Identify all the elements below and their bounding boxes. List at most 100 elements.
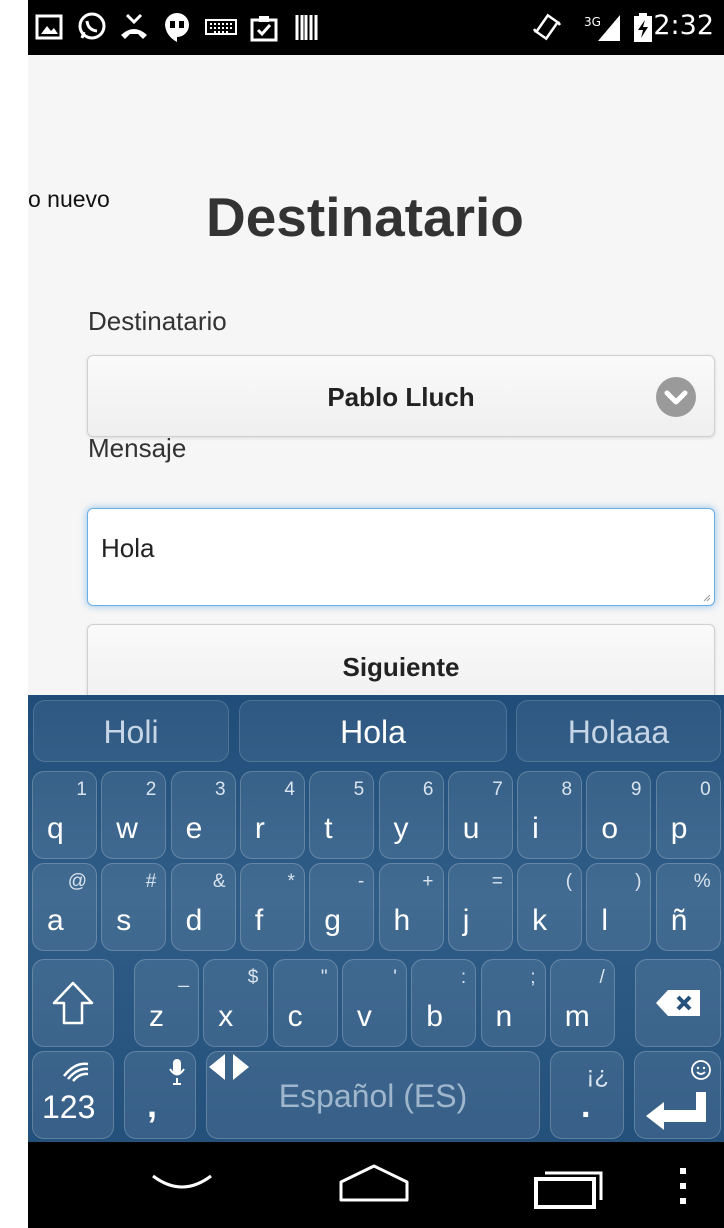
key-alt-label: $ bbox=[247, 967, 259, 988]
numbers-key-label: 123 bbox=[42, 1089, 96, 1125]
key-b[interactable]: :b bbox=[411, 959, 477, 1047]
key-label: t bbox=[324, 812, 333, 845]
key-y[interactable]: 6y bbox=[378, 771, 444, 859]
key-label: z bbox=[149, 1000, 164, 1033]
key-m[interactable]: / m bbox=[549, 959, 615, 1047]
key-label: f bbox=[254, 904, 264, 937]
key-label: m bbox=[564, 1000, 590, 1033]
key-alt-label: 2 bbox=[145, 779, 157, 800]
hangouts-icon bbox=[165, 13, 189, 42]
key-alt-label: & bbox=[212, 871, 226, 892]
suggestion-center[interactable]: Hola bbox=[239, 700, 507, 762]
image-icon bbox=[35, 14, 63, 40]
key-p[interactable]: 0p bbox=[655, 771, 721, 859]
key-alt-label: _ bbox=[178, 967, 189, 988]
key-h[interactable]: + h bbox=[378, 863, 444, 951]
key-label: u bbox=[462, 812, 480, 845]
key-label: w bbox=[116, 812, 138, 845]
key-i[interactable]: 8i bbox=[517, 771, 583, 859]
app-content: o nuevo Destinatario Destinatario Pablo … bbox=[28, 55, 724, 708]
key-r[interactable]: 4r bbox=[239, 771, 305, 859]
key-q[interactable]: 1q bbox=[32, 771, 97, 859]
key-label: o bbox=[601, 812, 619, 845]
key-alt-label: ' bbox=[393, 967, 397, 988]
key-alt-label: 3 bbox=[215, 779, 226, 800]
key-v[interactable]: ' v bbox=[341, 959, 407, 1047]
key-label: e bbox=[185, 812, 203, 845]
key-alt-label: @ bbox=[67, 871, 87, 892]
key-label: c bbox=[287, 1000, 303, 1033]
key-alt-label: ( bbox=[565, 871, 573, 892]
space-key[interactable]: Español (ES) bbox=[206, 1051, 540, 1139]
resize-grip-icon[interactable] bbox=[703, 594, 711, 602]
key-k[interactable]: (k bbox=[517, 863, 583, 951]
soft-keyboard: Holi Hola Holaaa 123 , Español (ES) ¡¿ .… bbox=[28, 695, 724, 1142]
recent-apps-icon[interactable] bbox=[533, 1164, 605, 1210]
key-alt-label: / bbox=[599, 967, 605, 988]
period-key[interactable]: ¡¿ . bbox=[550, 1051, 624, 1139]
key-d[interactable]: & d bbox=[170, 863, 236, 951]
message-input[interactable]: Hola bbox=[87, 508, 715, 606]
backspace-key[interactable] bbox=[635, 959, 721, 1047]
key-label: y bbox=[393, 812, 409, 845]
home-icon[interactable] bbox=[337, 1162, 411, 1206]
key-o[interactable]: 9o bbox=[586, 771, 652, 859]
numbers-key[interactable]: 123 bbox=[32, 1051, 114, 1139]
enter-key[interactable] bbox=[634, 1051, 721, 1139]
key-label: a bbox=[47, 904, 64, 937]
key-alt-label: - bbox=[357, 871, 365, 892]
key-s[interactable]: # s bbox=[101, 863, 167, 951]
suggestion-right[interactable]: Holaaa bbox=[516, 700, 721, 762]
recipient-label: Destinatario bbox=[88, 306, 227, 336]
shift-key[interactable] bbox=[32, 959, 114, 1047]
key-alt-label: % bbox=[693, 871, 711, 892]
chevron-down-icon bbox=[656, 377, 696, 417]
key-label: d bbox=[185, 904, 203, 937]
key-label: j bbox=[462, 904, 470, 937]
key-alt-label: ; bbox=[530, 967, 536, 988]
key-ñ[interactable]: % ñ bbox=[655, 863, 721, 951]
key-f[interactable]: * f bbox=[239, 863, 305, 951]
recipient-select[interactable]: Pablo Lluch bbox=[87, 355, 715, 437]
key-alt-label: # bbox=[145, 871, 157, 892]
back-icon[interactable] bbox=[150, 1168, 214, 1198]
key-c[interactable]: " c bbox=[272, 959, 338, 1047]
key-alt-label: 9 bbox=[630, 779, 642, 800]
key-g[interactable]: -g bbox=[309, 863, 375, 951]
key-j[interactable]: = j bbox=[447, 863, 513, 951]
key-label: x bbox=[218, 1000, 234, 1033]
key-l[interactable]: ) l bbox=[586, 863, 652, 951]
vibrate-icon bbox=[532, 13, 562, 41]
keyboard-icon bbox=[205, 19, 237, 35]
key-x[interactable]: $ x bbox=[203, 959, 269, 1047]
key-label: ñ bbox=[670, 904, 688, 937]
clipboard-icon bbox=[250, 16, 278, 42]
key-w[interactable]: 2w bbox=[101, 771, 167, 859]
key-label: s bbox=[116, 904, 132, 937]
emoji-icon bbox=[691, 1060, 711, 1080]
comma-key[interactable]: , bbox=[124, 1051, 196, 1139]
key-z[interactable]: _ z bbox=[134, 959, 199, 1047]
key-alt-label: 7 bbox=[492, 779, 503, 800]
key-e[interactable]: 3e bbox=[170, 771, 236, 859]
suggestion-left[interactable]: Holi bbox=[33, 700, 229, 762]
key-label: l bbox=[601, 904, 609, 937]
overflow-menu-icon[interactable] bbox=[675, 1166, 691, 1206]
key-alt-label: 1 bbox=[76, 779, 87, 800]
key-alt-label: 0 bbox=[700, 779, 711, 800]
key-t[interactable]: 5t bbox=[309, 771, 375, 859]
key-n[interactable]: ; n bbox=[480, 959, 546, 1047]
space-key-label: Español (ES) bbox=[278, 1078, 468, 1114]
battery-charging-icon bbox=[634, 13, 652, 42]
key-a[interactable]: @ a bbox=[32, 863, 97, 951]
whatsapp-icon bbox=[78, 12, 106, 40]
key-alt-label: ) bbox=[635, 871, 642, 892]
key-alt-label: " bbox=[320, 967, 328, 988]
key-u[interactable]: 7u bbox=[447, 771, 513, 859]
key-label: k bbox=[532, 904, 548, 937]
navigation-bar bbox=[28, 1142, 724, 1228]
key-label: p bbox=[670, 812, 688, 845]
back-link[interactable]: o nuevo bbox=[28, 186, 110, 213]
key-label: v bbox=[356, 1000, 372, 1033]
key-label: h bbox=[393, 904, 411, 937]
